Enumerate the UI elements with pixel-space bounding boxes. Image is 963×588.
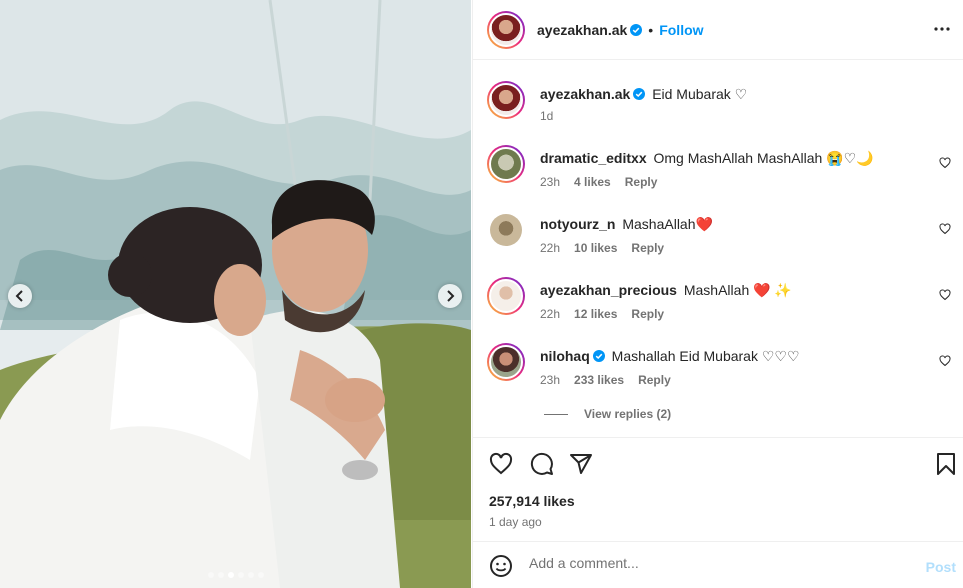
caption-text: Eid Mubarak ♡ [652,86,748,102]
commenter-username[interactable]: ayezakhan_precious [540,282,677,298]
comment-item: notyourz_n MashaAllah❤️ 22h 10 likes Reply [487,211,957,255]
reply-button[interactable]: Reply [631,241,664,255]
verified-icon [630,23,643,36]
commenter-username[interactable]: dramatic_editxx [540,150,647,166]
comment-time: 22h [540,241,561,255]
commenter-avatar[interactable] [487,145,525,183]
carousel-dot [217,572,224,578]
next-slide-button[interactable] [438,284,462,308]
comment-text: MashaAllah❤️ [622,216,713,232]
comment-text: MashAllah ❤️ ✨ [683,282,792,298]
previous-slide-button[interactable] [8,284,32,308]
bookmark-icon[interactable] [935,452,957,476]
more-options-icon[interactable] [933,20,951,38]
comment-likes[interactable]: 4 likes [574,175,611,189]
comment-item: ayezakhan_precious MashAllah ❤️ ✨ 22h 12 … [487,277,957,321]
post-image[interactable] [0,0,471,588]
comment-text: Omg MashAllah MashAllah 😭♡🌙 [653,150,874,166]
share-icon[interactable] [569,452,593,476]
reply-button[interactable]: Reply [625,175,658,189]
chevron-left-icon [15,290,23,302]
heart-icon[interactable] [489,452,513,476]
add-comment-bar: Post [473,541,963,588]
view-replies-label: View replies (2) [584,407,672,421]
author-avatar[interactable] [487,10,525,49]
comment-likes[interactable]: 12 likes [574,307,617,321]
carousel-dot [207,572,214,578]
like-comment-icon[interactable] [939,223,951,235]
reply-button[interactable]: Reply [638,373,671,387]
caption: ayezakhan.ak Eid Mubarak ♡ 1d [487,81,957,125]
comment-time: 22h [540,307,561,321]
comment-likes[interactable]: 10 likes [574,241,617,255]
comment-time: 23h [540,175,561,189]
follow-button[interactable]: Follow [659,22,703,38]
commenter-avatar[interactable] [490,214,522,246]
view-replies-button[interactable]: View replies (2) [544,407,671,421]
carousel-indicator [0,572,471,578]
like-comment-icon[interactable] [939,355,951,367]
verified-icon [592,350,605,362]
post-photo [0,0,471,588]
commenter-username[interactable]: nilohaq [540,348,590,364]
carousel-dot [237,572,244,578]
post-timestamp[interactable]: 1 day ago [489,515,542,529]
reply-button[interactable]: Reply [631,307,664,321]
post-header: ayezakhan.ak • Follow [473,0,963,60]
caption-avatar[interactable] [487,81,525,119]
post-details-panel: ayezakhan.ak • Follow ayezakhan.ak Eid M… [472,0,963,588]
caption-username[interactable]: ayezakhan.ak [540,86,630,102]
comment-item: nilohaq Mashallah Eid Mubarak ♡♡♡ 23h 233… [487,343,957,387]
verified-icon [633,88,646,100]
carousel-dot [247,572,254,578]
add-comment-input[interactable] [529,555,899,571]
commenter-avatar[interactable] [487,343,525,381]
carousel-dot [257,572,264,578]
header-separator: • [648,21,654,38]
comment-time: 23h [540,373,561,387]
replies-divider [544,413,568,415]
post-comment-button[interactable]: Post [926,559,956,575]
likes-count[interactable]: 257,914 likes [489,493,575,509]
like-comment-icon[interactable] [939,157,951,169]
chevron-right-icon [447,290,455,302]
author-username[interactable]: ayezakhan.ak [537,22,627,38]
comment-likes[interactable]: 233 likes [574,373,624,387]
carousel-dot [227,572,234,578]
comments-list: ayezakhan.ak Eid Mubarak ♡ 1d dramatic_e… [473,61,963,437]
commenter-avatar[interactable] [487,277,525,315]
post-actions: 257,914 likes 1 day ago [473,437,963,541]
emoji-icon[interactable] [489,554,513,578]
commenter-username[interactable]: notyourz_n [540,216,615,232]
comment-text: Mashallah Eid Mubarak ♡♡♡ [611,348,800,364]
comment-icon[interactable] [530,452,554,476]
like-comment-icon[interactable] [939,289,951,301]
caption-time: 1d [540,109,554,123]
comment-item: dramatic_editxx Omg MashAllah MashAllah … [487,145,957,189]
